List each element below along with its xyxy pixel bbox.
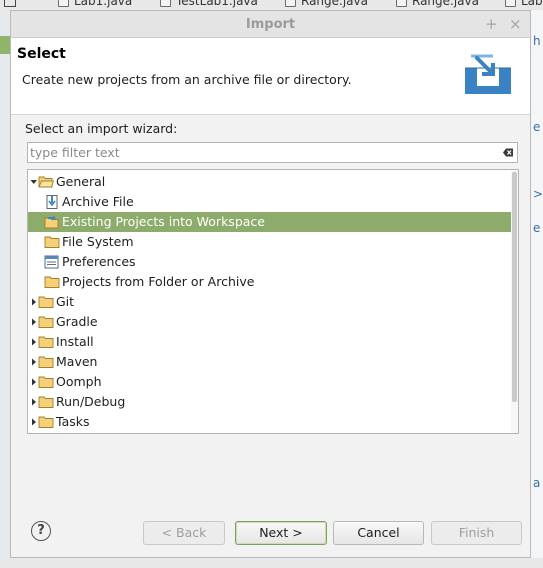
- java-file-icon: [505, 0, 516, 7]
- tree-item-existing-projects[interactable]: Existing Projects into Workspace: [28, 212, 511, 232]
- editor-text-fragment: e: [533, 120, 541, 134]
- editor-tab-strip: Lab1.java TestLab1.java Range.java Range…: [0, 0, 543, 10]
- page-description: Create new projects from an archive file…: [22, 72, 352, 87]
- wizard-header: Select Create new projects from an archi…: [11, 38, 530, 115]
- existing-projects-icon: [44, 215, 59, 229]
- expand-right-icon[interactable]: [30, 332, 38, 352]
- folder-icon: [38, 336, 54, 348]
- next-button[interactable]: Next >: [235, 521, 327, 545]
- tree-item-archive-file[interactable]: Archive File: [28, 192, 511, 212]
- page-title: Select: [17, 46, 66, 62]
- folder-icon: [44, 236, 60, 248]
- help-icon[interactable]: ?: [31, 521, 51, 541]
- tree-item-label: Archive File: [62, 194, 134, 209]
- background-left-panel: [0, 10, 10, 568]
- dialog-titlebar[interactable]: Import + ×: [11, 11, 530, 38]
- background-status-strip: [0, 558, 543, 568]
- tree-item-label: Run/Debug: [56, 394, 126, 409]
- tree-item-preferences[interactable]: Preferences: [28, 252, 511, 272]
- background-selection-marker: [0, 36, 10, 54]
- preferences-icon: [44, 255, 59, 269]
- folder-icon: [38, 316, 54, 328]
- tree-item-run-debug[interactable]: Run/Debug: [28, 392, 511, 412]
- background-right-editor: h e > e a: [531, 10, 543, 568]
- filter-field[interactable]: [27, 142, 518, 163]
- tree-item-file-system[interactable]: File System: [28, 232, 511, 252]
- close-icon[interactable]: ×: [509, 15, 522, 33]
- editor-text-fragment: >: [533, 187, 543, 201]
- filter-input[interactable]: [28, 143, 490, 162]
- tree-item-label: Git: [56, 294, 75, 309]
- editor-tab[interactable]: Lab: [505, 0, 543, 10]
- tree-item-label: File System: [62, 234, 134, 249]
- java-file-icon: [160, 0, 171, 7]
- expand-right-icon[interactable]: [30, 352, 38, 372]
- expand-right-icon[interactable]: [30, 312, 38, 332]
- editor-tab[interactable]: Range.java: [396, 0, 479, 10]
- import-wizard-banner-icon: [465, 54, 511, 94]
- tree-item-gradle[interactable]: Gradle: [28, 312, 511, 332]
- wizard-select-label: Select an import wizard:: [25, 121, 178, 136]
- tree-item-label: Gradle: [56, 314, 98, 329]
- tree-item-projects-from-folder[interactable]: Projects from Folder or Archive: [28, 272, 511, 292]
- tree-item-label: Existing Projects into Workspace: [62, 214, 265, 229]
- editor-text-fragment: a: [533, 476, 541, 490]
- java-file-icon: [285, 0, 296, 7]
- back-button[interactable]: < Back: [143, 521, 225, 545]
- tree-item-label: Oomph: [56, 374, 102, 389]
- archive-file-icon: [46, 195, 58, 209]
- expand-right-icon[interactable]: [30, 292, 38, 312]
- tree-item-git[interactable]: Git: [28, 292, 511, 312]
- folder-open-icon: [38, 176, 54, 188]
- expand-right-icon[interactable]: [30, 392, 38, 412]
- folder-icon: [38, 356, 54, 368]
- import-wizard-tree[interactable]: General Archive File Existing Projects i…: [27, 169, 519, 434]
- java-file-icon: [396, 0, 407, 7]
- folder-icon: [38, 376, 54, 388]
- folder-icon: [38, 396, 54, 408]
- tree-item-label: Projects from Folder or Archive: [62, 274, 255, 289]
- editor-tab-close-icon[interactable]: [4, 0, 16, 7]
- expand-down-icon[interactable]: [30, 172, 38, 192]
- maximize-icon[interactable]: +: [485, 15, 498, 33]
- tree-item-label: General: [56, 174, 106, 189]
- finish-button[interactable]: Finish: [431, 521, 522, 545]
- tree-item-label: Tasks: [56, 414, 90, 429]
- tree-item-label: Install: [56, 334, 94, 349]
- java-file-icon: [58, 0, 69, 7]
- clear-filter-icon[interactable]: [503, 148, 513, 157]
- expand-right-icon[interactable]: [30, 372, 38, 392]
- dialog-title: Import: [245, 17, 296, 32]
- editor-text-fragment: e: [533, 221, 541, 235]
- tree-scrollbar-thumb[interactable]: [512, 172, 517, 402]
- tree-item-general[interactable]: General: [28, 172, 511, 192]
- tree-item-tasks[interactable]: Tasks: [28, 412, 511, 432]
- tree-item-install[interactable]: Install: [28, 332, 511, 352]
- folder-icon: [44, 276, 60, 288]
- editor-tab[interactable]: Lab1.java: [58, 0, 132, 10]
- editor-tab[interactable]: TestLab1.java: [160, 0, 258, 10]
- dialog-button-bar: ? < Back Next > Cancel Finish: [11, 511, 530, 557]
- editor-text-fragment: h: [533, 34, 541, 48]
- expand-right-icon[interactable]: [30, 412, 38, 432]
- import-dialog: Import + × Select Create new projects fr…: [10, 10, 531, 558]
- editor-tab[interactable]: Range.java: [285, 0, 368, 10]
- folder-icon: [38, 296, 54, 308]
- tree-item-maven[interactable]: Maven: [28, 352, 511, 372]
- cancel-button[interactable]: Cancel: [333, 521, 424, 545]
- folder-icon: [38, 416, 54, 428]
- tree-item-label: Preferences: [62, 254, 136, 269]
- tree-item-oomph[interactable]: Oomph: [28, 372, 511, 392]
- tree-item-label: Maven: [56, 354, 98, 369]
